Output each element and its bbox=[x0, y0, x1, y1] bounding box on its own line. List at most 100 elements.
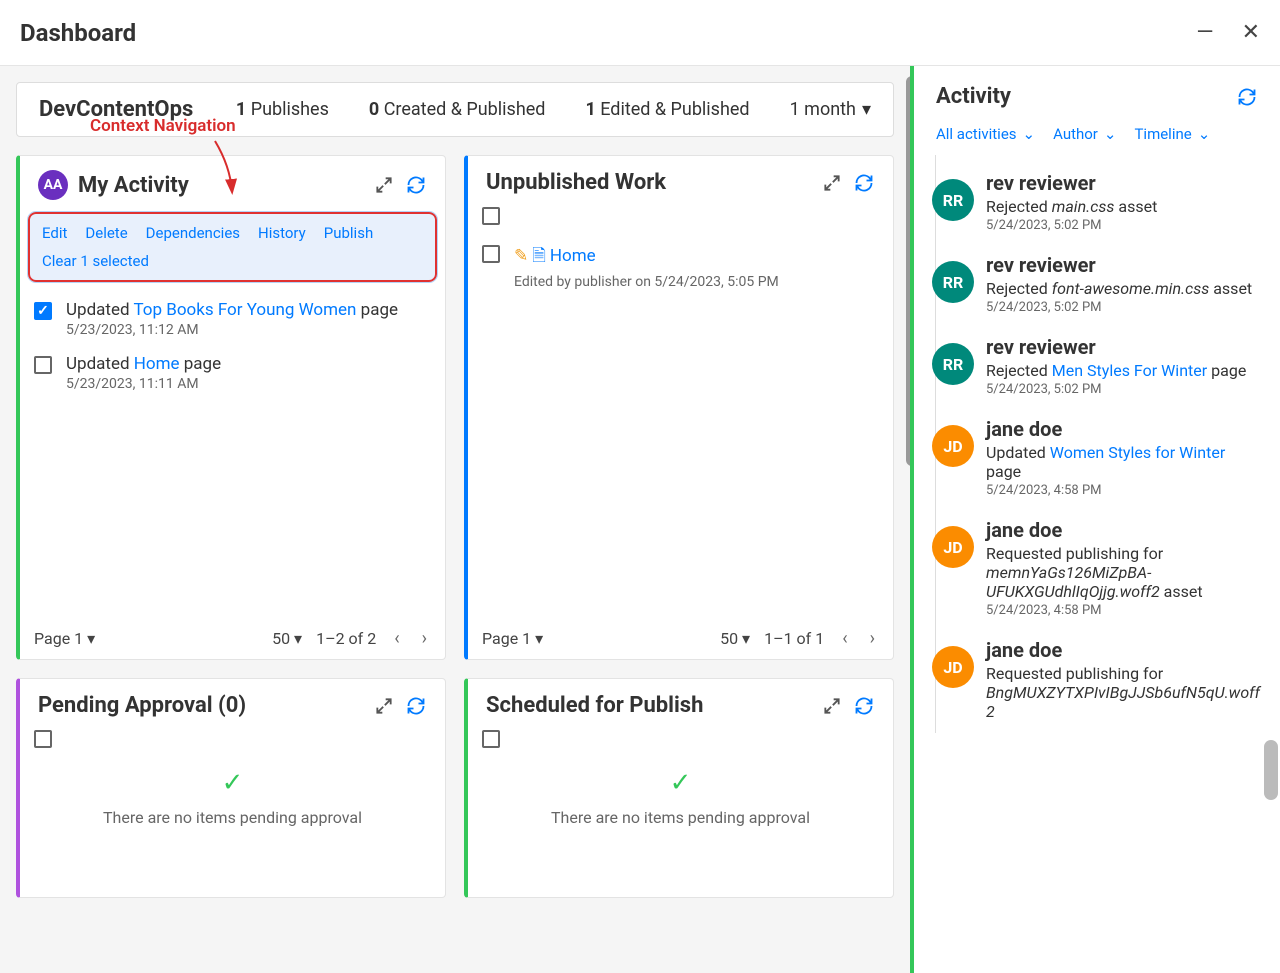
scheduled-empty-state: ✓ There are no items pending approval bbox=[468, 748, 893, 857]
chevron-down-icon: ⌄ bbox=[1198, 125, 1211, 143]
item-checkbox[interactable] bbox=[482, 245, 500, 263]
item-meta: 5/23/2023, 11:12 AM bbox=[66, 322, 398, 338]
feed-asset-name: font-awesome.min.css bbox=[1052, 279, 1210, 298]
pending-empty-state: ✓ There are no items pending approval bbox=[20, 748, 445, 857]
activity-feed: RR rev reviewer Rejected main.css asset 5/2… bbox=[914, 155, 1280, 733]
feed-avatar: RR bbox=[932, 343, 974, 385]
feed-text: Rejected main.css asset bbox=[986, 197, 1262, 216]
page-select[interactable]: Page 1 ▾ bbox=[34, 629, 95, 648]
refresh-icon[interactable] bbox=[405, 695, 427, 717]
select-all-checkbox[interactable] bbox=[34, 730, 52, 748]
check-icon: ✓ bbox=[468, 768, 893, 798]
pencil-icon: ✎ bbox=[514, 246, 528, 266]
ctx-action-history[interactable]: History bbox=[258, 224, 306, 242]
page-size-select[interactable]: 50 ▾ bbox=[720, 629, 750, 648]
ctx-action-publish[interactable]: Publish bbox=[324, 224, 373, 242]
feed-text: Requested publishing for memnYaGs126MiZp… bbox=[986, 544, 1262, 601]
feed-item: JDjane doeUpdated Women Styles for Winte… bbox=[932, 407, 1262, 508]
feed-item: RRrev reviewerRejected font-awesome.min.… bbox=[932, 243, 1262, 325]
page-next-button[interactable]: › bbox=[418, 628, 431, 649]
feed-item: RRrev reviewerRejected Men Styles For Wi… bbox=[932, 325, 1262, 407]
minimize-icon[interactable]: — bbox=[1196, 20, 1213, 45]
item-link[interactable]: Home bbox=[550, 246, 596, 266]
select-all-checkbox[interactable] bbox=[482, 207, 500, 225]
feed-timestamp: 5/24/2023, 5:02 PM bbox=[986, 218, 1262, 233]
page-size-select[interactable]: 50 ▾ bbox=[272, 629, 302, 648]
feed-item: JDjane doeRequested publishing for BngMU… bbox=[932, 628, 1262, 733]
page-icon: 🗎 bbox=[532, 246, 546, 266]
page-range: 1–2 of 2 bbox=[316, 629, 376, 648]
dashboard-content: DevContentOps 1 Publishes 0 Created & Pu… bbox=[0, 66, 910, 973]
list-item: Updated Top Books For Young Women page 5… bbox=[34, 292, 431, 346]
page-prev-button[interactable]: ‹ bbox=[838, 628, 851, 649]
expand-icon[interactable] bbox=[821, 695, 843, 717]
item-checkbox[interactable] bbox=[34, 356, 52, 374]
chevron-down-icon: ▾ bbox=[862, 99, 871, 120]
pending-title: Pending Approval (0) bbox=[38, 693, 363, 718]
feed-avatar: JD bbox=[932, 526, 974, 568]
feed-asset-name: main.css bbox=[1052, 197, 1115, 216]
feed-timestamp: 5/24/2023, 5:02 PM bbox=[986, 300, 1262, 315]
feed-user: rev reviewer bbox=[986, 171, 1262, 195]
filter-timeline[interactable]: Timeline ⌄ bbox=[1134, 125, 1210, 143]
chevron-down-icon: ⌄ bbox=[1023, 125, 1036, 143]
unpublished-title: Unpublished Work bbox=[486, 170, 811, 195]
refresh-icon[interactable] bbox=[1236, 86, 1258, 108]
my-activity-widget: Context Navigation AA My Activity bbox=[16, 155, 446, 660]
window-title: Dashboard bbox=[20, 19, 136, 47]
context-action-bar: Edit Delete Dependencies History Publish… bbox=[28, 212, 437, 282]
feed-user: jane doe bbox=[986, 417, 1262, 441]
feed-text: Requested publishing for BngMUXZYTXPIvIB… bbox=[986, 664, 1262, 721]
refresh-icon[interactable] bbox=[853, 695, 875, 717]
item-link[interactable]: Home bbox=[134, 354, 180, 374]
feed-avatar: JD bbox=[932, 646, 974, 688]
feed-item: RRrev reviewerRejected main.css asset5/2… bbox=[932, 161, 1262, 243]
window-titlebar: Dashboard — ✕ bbox=[0, 0, 1280, 66]
expand-icon[interactable] bbox=[821, 172, 843, 194]
feed-user: jane doe bbox=[986, 518, 1262, 542]
item-checkbox[interactable] bbox=[34, 302, 52, 320]
expand-icon[interactable] bbox=[373, 695, 395, 717]
my-activity-list: Updated Top Books For Young Women page 5… bbox=[20, 282, 445, 618]
page-next-button[interactable]: › bbox=[866, 628, 879, 649]
item-link[interactable]: Top Books For Young Women bbox=[133, 300, 356, 320]
filter-author[interactable]: Author ⌄ bbox=[1053, 125, 1116, 143]
ctx-action-dependencies[interactable]: Dependencies bbox=[146, 224, 240, 242]
close-icon[interactable]: ✕ bbox=[1242, 20, 1260, 45]
item-meta: Edited by publisher on 5/24/2023, 5:05 P… bbox=[514, 274, 779, 290]
pending-approval-widget: Pending Approval (0) ✓ There are no item… bbox=[16, 678, 446, 898]
list-item: ✎🗎Home Edited by publisher on 5/24/2023,… bbox=[482, 235, 879, 298]
page-range: 1–1 of 1 bbox=[764, 629, 824, 648]
activity-filters: All activities ⌄ Author ⌄ Timeline ⌄ bbox=[914, 119, 1280, 155]
refresh-icon[interactable] bbox=[853, 172, 875, 194]
select-all-checkbox[interactable] bbox=[482, 730, 500, 748]
feed-user: rev reviewer bbox=[986, 253, 1262, 277]
list-item: Updated Home page 5/23/2023, 11:11 AM bbox=[34, 346, 431, 400]
check-icon: ✓ bbox=[20, 768, 445, 798]
page-scrollbar[interactable] bbox=[1264, 740, 1278, 800]
feed-text: Rejected Men Styles For Winter page bbox=[986, 361, 1262, 380]
activity-title: Activity bbox=[936, 84, 1236, 109]
feed-link[interactable]: Women Styles for Winter bbox=[1050, 443, 1225, 462]
feed-timestamp: 5/24/2023, 4:58 PM bbox=[986, 483, 1262, 498]
refresh-icon[interactable] bbox=[405, 174, 427, 196]
unpublished-pager: Page 1 ▾ 50 ▾ 1–1 of 1 ‹ › bbox=[468, 618, 893, 659]
feed-asset-name: BngMUXZYTXPIvIBgJJSb6ufN5qU.woff2 bbox=[986, 683, 1260, 721]
ctx-action-edit[interactable]: Edit bbox=[42, 224, 67, 242]
expand-icon[interactable] bbox=[373, 174, 395, 196]
feed-asset-name: memnYaGs126MiZpBA-UFUKXGUdhlIqOjjg.woff2 bbox=[986, 563, 1160, 601]
feed-text: Rejected font-awesome.min.css asset bbox=[986, 279, 1262, 298]
page-prev-button[interactable]: ‹ bbox=[390, 628, 403, 649]
unpublished-widget: Unpublished Work ✎🗎Home Edited by pu bbox=[464, 155, 894, 660]
ctx-action-delete[interactable]: Delete bbox=[85, 224, 127, 242]
stat-created: 0 Created & Published bbox=[369, 99, 546, 120]
feed-link[interactable]: Men Styles For Winter bbox=[1052, 361, 1207, 380]
content-scrollbar[interactable] bbox=[906, 76, 910, 466]
page-select[interactable]: Page 1 ▾ bbox=[482, 629, 543, 648]
stat-publishes: 1 Publishes bbox=[236, 99, 329, 120]
filter-activities[interactable]: All activities ⌄ bbox=[936, 125, 1035, 143]
date-range-select[interactable]: 1 month ▾ bbox=[790, 99, 871, 120]
annotation-arrow-icon bbox=[210, 136, 250, 216]
feed-avatar: JD bbox=[932, 425, 974, 467]
ctx-clear-selection[interactable]: Clear 1 selected bbox=[42, 252, 423, 270]
